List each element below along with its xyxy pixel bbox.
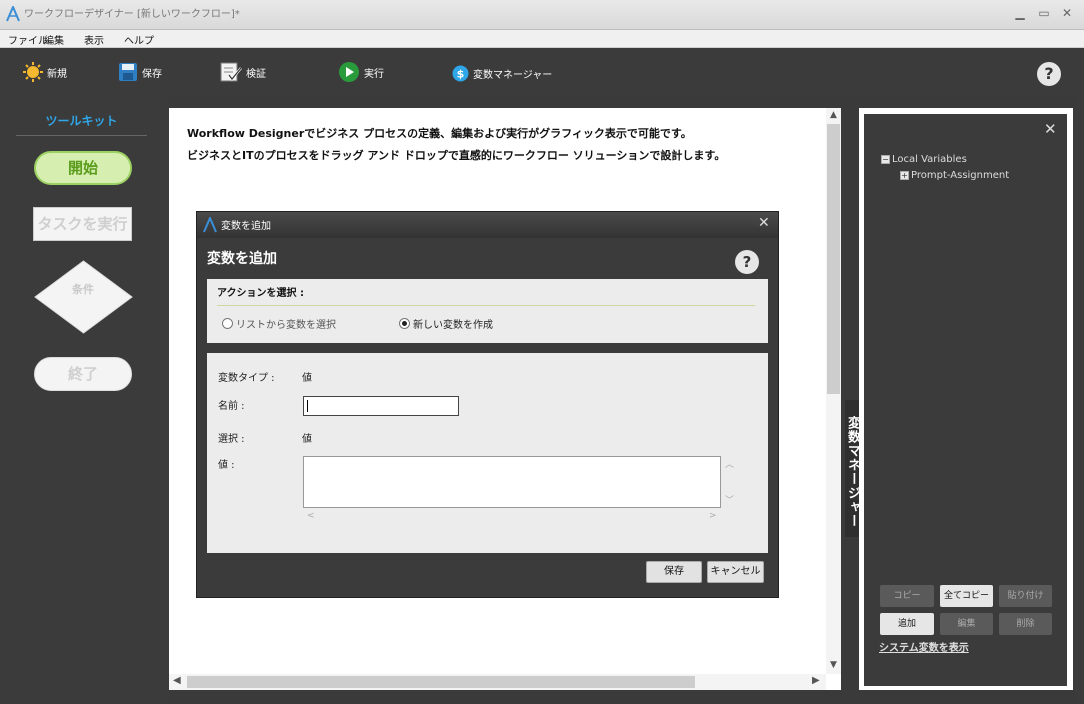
menu-file[interactable]: ファイル [8, 32, 48, 47]
canvas-intro: Workflow Designerでビジネス プロセスの定義、編集および実行がグ… [187, 123, 725, 167]
run-button[interactable]: 実行 [338, 61, 384, 83]
toolkit-condition-diamond[interactable] [33, 259, 134, 335]
minimize-button[interactable]: ▁ [1012, 6, 1028, 20]
edit-button[interactable]: 編集 [940, 613, 993, 635]
textarea-scroll-down-icon[interactable]: ﹀ [725, 493, 734, 506]
window-title: ワークフローデザイナー [新しいワークフロー]* [24, 9, 240, 20]
name-label: 名前 : [218, 401, 245, 412]
select-value: 値 [302, 434, 312, 445]
new-button[interactable]: 新規 [23, 61, 67, 83]
sun-new-icon [23, 62, 43, 82]
text-caret [307, 400, 308, 412]
dialog-heading: 変数を追加 [207, 251, 277, 267]
action-divider [217, 305, 755, 306]
dialog-title-bar[interactable]: 変数を追加 ✕ [197, 212, 778, 238]
show-system-variables-link[interactable]: システム変数を表示 [879, 639, 969, 654]
textarea-scroll-up-icon[interactable]: ︿ [725, 457, 734, 470]
variable-type-value: 値 [302, 373, 312, 384]
variable-manager-panel: ✕ − Local Variables + Prompt-Assignment … [864, 114, 1067, 686]
canvas-horizontal-scrollbar[interactable]: ◀ ▶ [169, 674, 826, 690]
canvas-vertical-scrollbar[interactable]: ▲ ▼ [826, 108, 841, 674]
tree-node-prompt-assignment[interactable]: + Prompt-Assignment [900, 170, 1009, 181]
tree-node-local-variables[interactable]: − Local Variables [881, 154, 967, 165]
verify-button[interactable]: 検証 [220, 61, 266, 83]
variable-type-label: 変数タイプ : [218, 373, 275, 384]
radio-circle-selected[interactable] [399, 318, 410, 329]
add-button[interactable]: 追加 [880, 613, 934, 635]
dialog-title: 変数を追加 [221, 221, 271, 232]
add-variable-dialog: 変数を追加 ✕ 変数を追加 ? アクションを選択 : リストから変数を選択 新し… [196, 211, 779, 598]
help-button[interactable]: ? [1037, 62, 1061, 86]
intro-line-1: Workflow Designerでビジネス プロセスの定義、編集および実行がグ… [187, 127, 692, 140]
name-input[interactable] [303, 396, 459, 416]
svg-text:$: $ [457, 67, 465, 80]
paste-button[interactable]: 貼り付け [999, 585, 1052, 607]
vertical-scroll-thumb[interactable] [827, 124, 840, 394]
variable-manager-button[interactable]: $ 変数マネージャー [452, 62, 552, 84]
save-button[interactable]: 保存 [118, 61, 162, 83]
dialog-help-button[interactable]: ? [735, 250, 759, 274]
collapse-icon[interactable]: − [881, 155, 890, 164]
title-bar: ワークフローデザイナー [新しいワークフロー]* ▁ ▭ ✕ [0, 0, 1084, 30]
toolkit-end-node[interactable]: 終了 [34, 357, 132, 391]
scroll-left-icon[interactable]: ◀ [173, 675, 181, 686]
radio-new-label: 新しい変数を作成 [413, 320, 493, 331]
variable-details-panel: 変数タイプ : 値 名前 : 選択 : 値 値 : ︿ ﹀ < > [207, 353, 768, 553]
copy-button[interactable]: コピー [880, 585, 934, 607]
new-label: 新規 [47, 68, 67, 80]
scroll-up-icon[interactable]: ▲ [826, 110, 841, 120]
toolkit-start-node[interactable]: 開始 [34, 151, 132, 185]
window-close-button[interactable]: ✕ [1059, 6, 1075, 20]
menu-edit[interactable]: 編集 [44, 32, 64, 47]
run-label: 実行 [364, 68, 384, 80]
dialog-cancel-button[interactable]: キャンセル [707, 561, 764, 583]
dialog-close-icon[interactable]: ✕ [758, 215, 770, 231]
value-label: 値 : [218, 460, 235, 471]
toolkit-panel: ツールキット 開始 タスクを実行 条件 終了 [0, 96, 168, 704]
app-logo-icon [6, 6, 20, 22]
verify-label: 検証 [246, 68, 266, 80]
dialog-save-button[interactable]: 保存 [646, 561, 702, 583]
radio-create-new[interactable]: 新しい変数を作成 [399, 316, 493, 331]
value-textarea[interactable] [303, 456, 721, 508]
tree-node-label: Local Variables [892, 154, 967, 165]
horizontal-scroll-thumb[interactable] [187, 676, 695, 688]
toolkit-task-node[interactable]: タスクを実行 [33, 207, 132, 241]
maximize-button[interactable]: ▭ [1036, 6, 1052, 20]
toolkit-title: ツールキット [16, 112, 147, 136]
tree-node-label: Prompt-Assignment [911, 170, 1010, 181]
right-frame-border [1075, 96, 1084, 704]
checklist-icon [220, 62, 242, 82]
variable-manager-label: 変数マネージャー [473, 69, 553, 81]
menu-help[interactable]: ヘルプ [124, 32, 154, 47]
radio-list-label: リストから変数を選択 [236, 320, 336, 331]
radio-select-from-list[interactable]: リストから変数を選択 [222, 316, 336, 331]
menu-bar: ファイル 編集 表示 ヘルプ [0, 30, 1084, 48]
textarea-scroll-left-icon[interactable]: < [307, 511, 315, 521]
textarea-scroll-right-icon[interactable]: > [709, 511, 717, 521]
toolkit-condition-label: 条件 [72, 283, 94, 296]
select-label: 選択 : [218, 434, 245, 445]
play-icon [338, 61, 360, 83]
variable-dollar-icon: $ [452, 65, 469, 82]
variable-manager-close-icon[interactable]: ✕ [1044, 120, 1057, 138]
scroll-right-icon[interactable]: ▶ [812, 675, 820, 686]
radio-circle[interactable] [222, 318, 233, 329]
dialog-logo-icon [203, 217, 217, 233]
scroll-down-icon[interactable]: ▼ [826, 660, 841, 670]
action-select-label: アクションを選択 : [217, 288, 304, 299]
expand-icon[interactable]: + [900, 171, 909, 180]
delete-button[interactable]: 削除 [999, 613, 1052, 635]
floppy-save-icon [118, 62, 138, 82]
action-panel: アクションを選択 : リストから変数を選択 新しい変数を作成 [207, 279, 768, 343]
intro-line-2: ビジネスとITのプロセスをドラッグ アンド ドロップで直感的にワークフロー ソリ… [187, 149, 726, 162]
save-label: 保存 [142, 68, 162, 80]
menu-view[interactable]: 表示 [84, 32, 104, 47]
copy-all-button[interactable]: 全てコピー [940, 585, 993, 607]
